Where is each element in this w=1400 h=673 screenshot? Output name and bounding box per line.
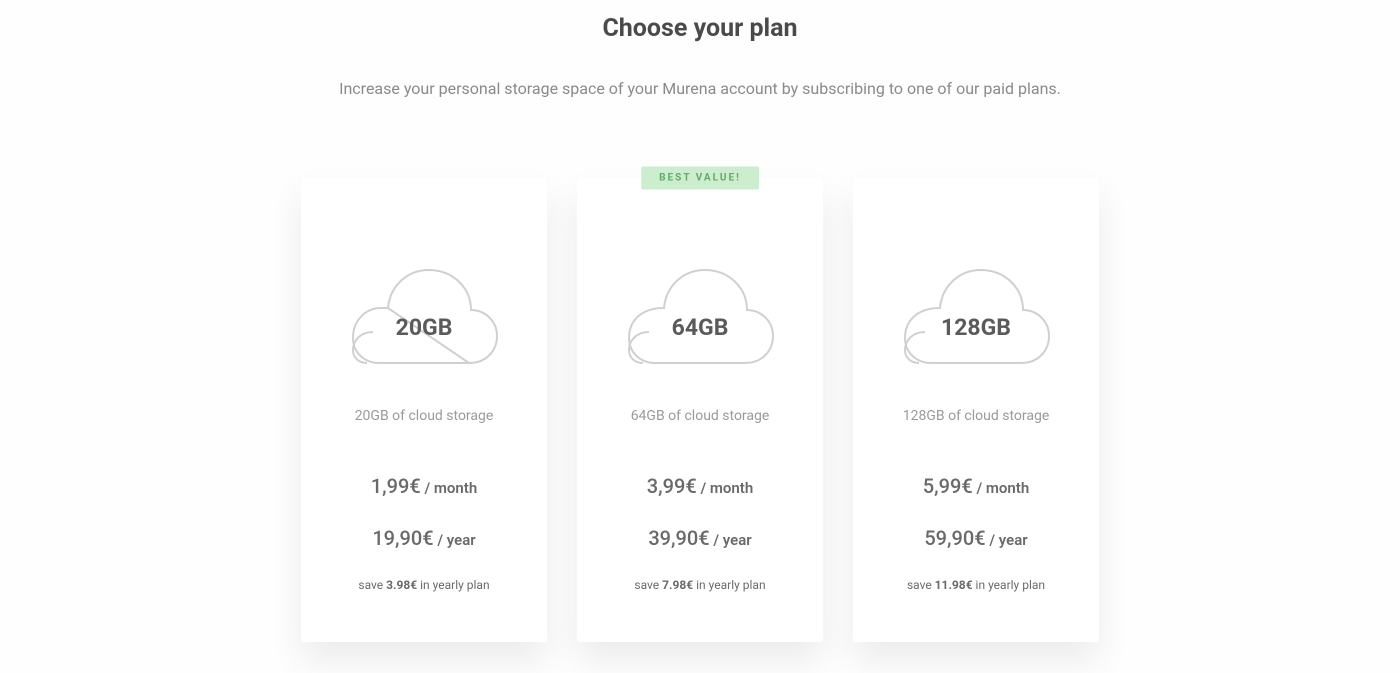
save-prefix: save: [634, 578, 662, 592]
monthly-price-row: 3,99€ / month: [597, 474, 803, 498]
cloud-illustration: 128GB: [873, 258, 1079, 368]
save-text: save 3.98€ in yearly plan: [321, 578, 527, 592]
monthly-price-row: 5,99€ / month: [873, 474, 1079, 498]
yearly-price-row: 39,90€ / year: [597, 526, 803, 550]
monthly-price-row: 1,99€ / month: [321, 474, 527, 498]
storage-description: 128GB of cloud storage: [873, 408, 1079, 424]
page-title: Choose your plan: [150, 14, 1250, 43]
plans-row: 20GB 20GB of cloud storage 1,99€ / month…: [150, 178, 1250, 642]
monthly-period: / month: [697, 479, 753, 497]
save-suffix: in yearly plan: [973, 578, 1045, 592]
yearly-price-row: 59,90€ / year: [873, 526, 1079, 550]
storage-size: 20GB: [396, 314, 453, 341]
plan-card-64gb[interactable]: BEST VALUE! 64GB 64GB of cloud storage 3…: [577, 178, 823, 642]
plan-card-128gb[interactable]: 128GB 128GB of cloud storage 5,99€ / mon…: [853, 178, 1099, 642]
save-text: save 7.98€ in yearly plan: [597, 578, 803, 592]
yearly-period: / year: [434, 531, 476, 549]
save-prefix: save: [907, 578, 935, 592]
monthly-price: 5,99€: [923, 474, 973, 498]
save-suffix: in yearly plan: [417, 578, 489, 592]
cloud-illustration: 64GB: [597, 258, 803, 368]
cloud-illustration: 20GB: [321, 258, 527, 368]
save-amount: 11.98€: [935, 578, 973, 592]
cloud-icon: [625, 258, 775, 368]
monthly-period: / month: [973, 479, 1029, 497]
cloud-icon: [349, 258, 499, 368]
yearly-price-row: 19,90€ / year: [321, 526, 527, 550]
yearly-period: / year: [986, 531, 1028, 549]
page-subtitle: Increase your personal storage space of …: [150, 79, 1250, 98]
yearly-price: 59,90€: [924, 526, 985, 550]
plan-card-20gb[interactable]: 20GB 20GB of cloud storage 1,99€ / month…: [301, 178, 547, 642]
monthly-period: / month: [421, 479, 477, 497]
cloud-icon: [901, 258, 1051, 368]
save-amount: 3.98€: [386, 578, 417, 592]
storage-description: 20GB of cloud storage: [321, 408, 527, 424]
save-suffix: in yearly plan: [693, 578, 765, 592]
storage-description: 64GB of cloud storage: [597, 408, 803, 424]
yearly-price: 39,90€: [648, 526, 709, 550]
save-prefix: save: [358, 578, 386, 592]
save-text: save 11.98€ in yearly plan: [873, 578, 1079, 592]
monthly-price: 1,99€: [371, 474, 421, 498]
save-amount: 7.98€: [662, 578, 693, 592]
page-header: Choose your plan Increase your personal …: [150, 14, 1250, 98]
best-value-badge: BEST VALUE!: [641, 167, 759, 190]
yearly-period: / year: [710, 531, 752, 549]
storage-size: 128GB: [941, 314, 1011, 341]
monthly-price: 3,99€: [647, 474, 697, 498]
yearly-price: 19,90€: [372, 526, 433, 550]
storage-size: 64GB: [672, 314, 729, 341]
